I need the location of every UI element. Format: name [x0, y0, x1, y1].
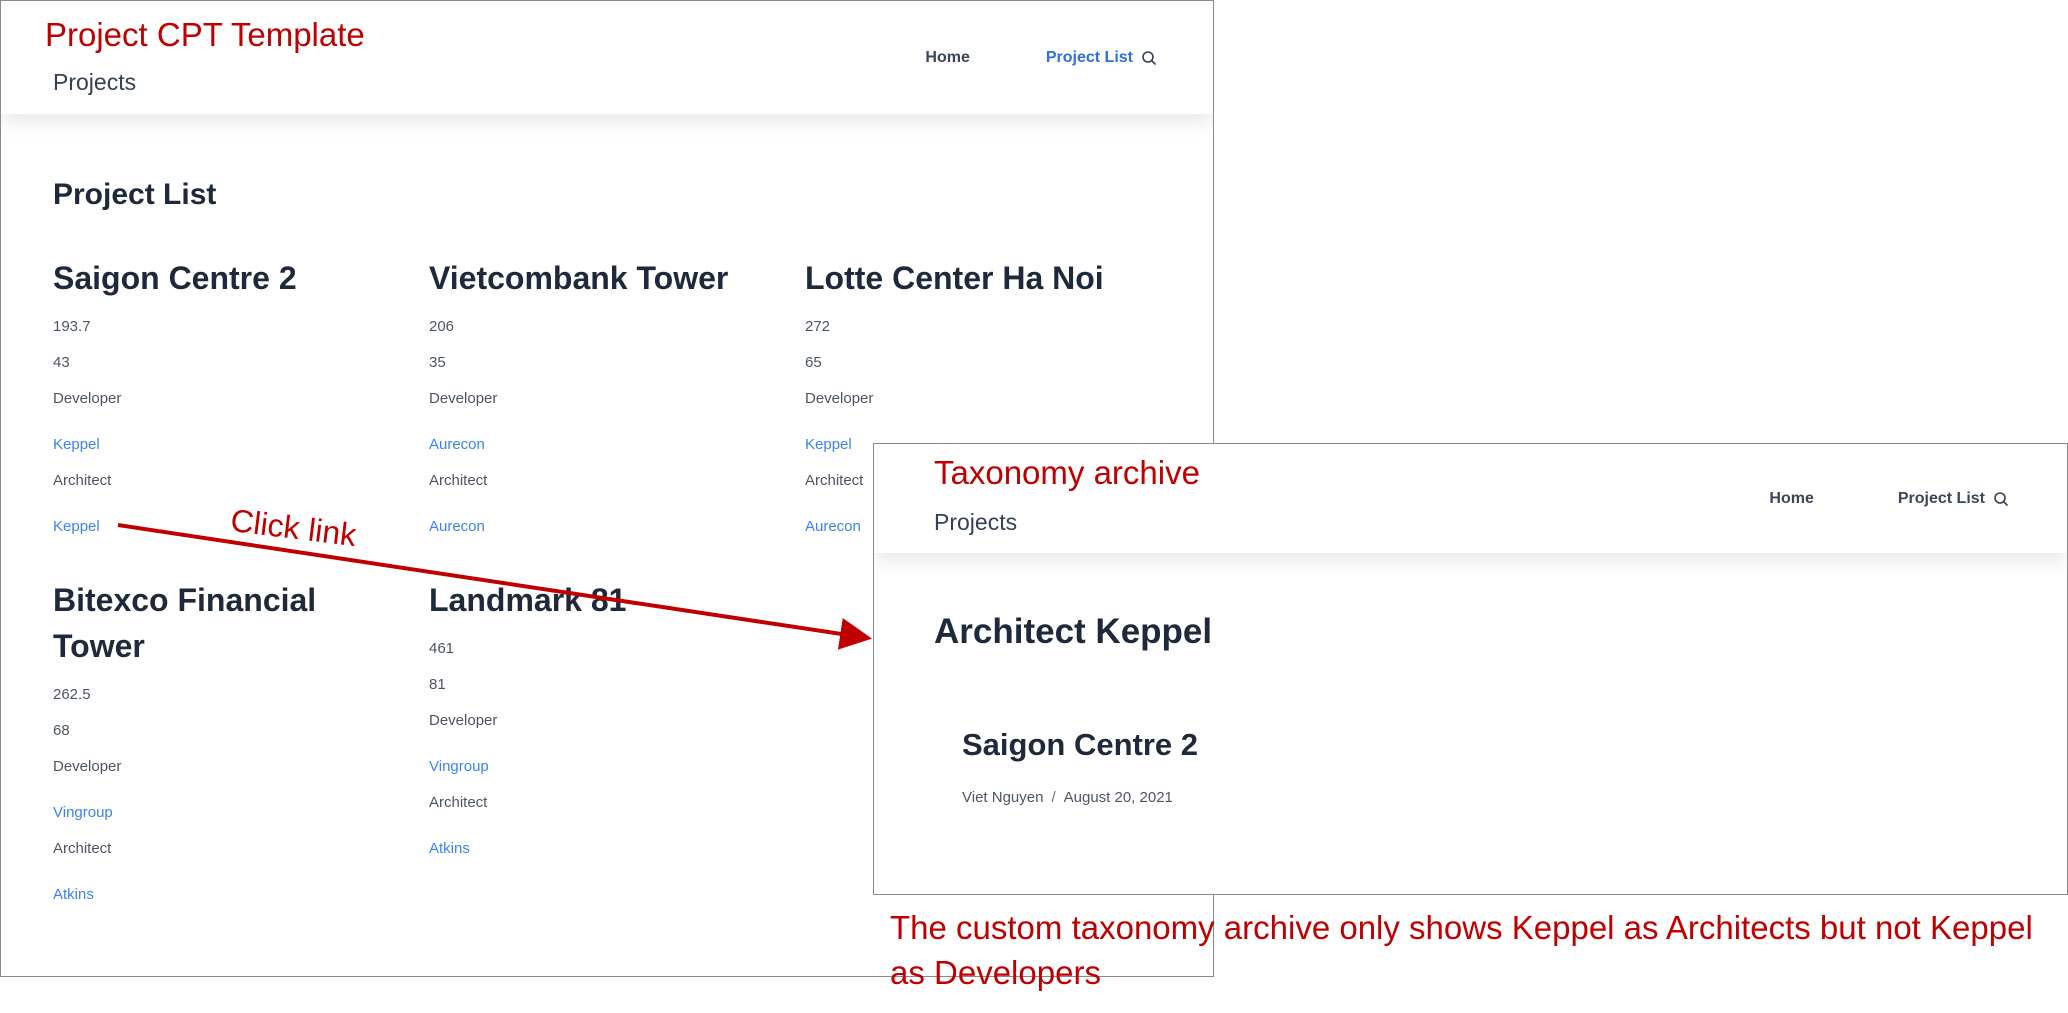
arrow-icon: [117, 523, 872, 650]
annotation-note: The custom taxonomy archive only shows K…: [890, 909, 2033, 991]
